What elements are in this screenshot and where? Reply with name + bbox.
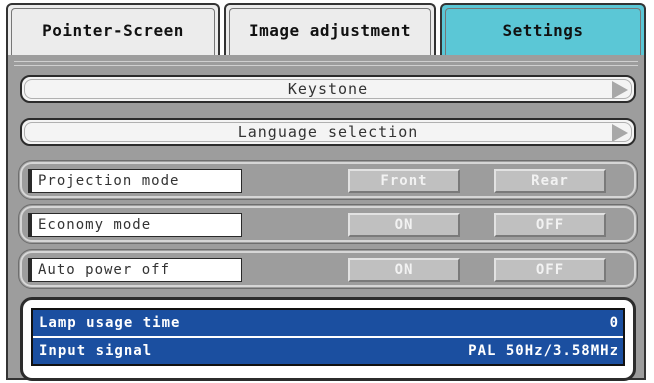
auto-power-on-button[interactable]: ON [348,258,460,282]
chevron-right-icon [612,81,628,99]
tab-settings-label: Settings [502,20,584,40]
auto-power-off-button[interactable]: OFF [494,258,606,282]
projection-front-button[interactable]: Front [348,169,460,193]
status-info-table: Lamp usage time 0 Input signal PAL 50Hz/… [31,308,625,366]
lamp-usage-row: Lamp usage time 0 [33,310,623,336]
chevron-right-icon [612,124,628,142]
settings-window: Pointer-Screen Image adjustment Settings… [0,0,654,383]
projection-mode-row: Projection mode Front Rear [18,160,638,200]
tab-settings[interactable]: Settings [440,3,646,55]
input-signal-row: Input signal PAL 50Hz/3.58MHz [33,336,623,364]
lamp-usage-value: 0 [609,315,619,331]
tab-image-adjustment-label: Image adjustment [248,20,412,40]
status-info-box: Lamp usage time 0 Input signal PAL 50Hz/… [20,297,636,381]
projection-mode-label: Projection mode [28,169,242,193]
keystone-label: Keystone [287,80,369,98]
language-selection-menu-item[interactable]: Language selection [20,118,636,146]
tab-pointer-screen-label: Pointer-Screen [42,20,184,40]
economy-off-button[interactable]: OFF [494,213,606,237]
auto-power-off-row: Auto power off ON OFF [18,249,638,289]
input-signal-value: PAL 50Hz/3.58MHz [468,343,619,359]
economy-on-button[interactable]: ON [348,213,460,237]
tab-pointer-screen[interactable]: Pointer-Screen [6,3,220,55]
keystone-menu-item[interactable]: Keystone [20,75,636,103]
tab-image-adjustment[interactable]: Image adjustment [224,3,436,55]
projection-rear-button[interactable]: Rear [494,169,606,193]
economy-mode-label: Economy mode [28,213,242,237]
economy-mode-row: Economy mode ON OFF [18,204,638,244]
auto-power-off-label: Auto power off [28,258,242,282]
language-selection-label: Language selection [237,123,419,141]
lamp-usage-label: Lamp usage time [39,315,181,331]
input-signal-label: Input signal [39,343,153,359]
